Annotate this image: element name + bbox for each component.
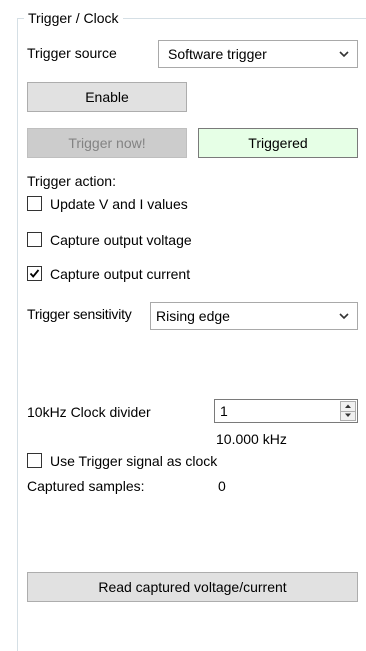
trigger-source-value: Software trigger: [168, 46, 267, 62]
trigger-clock-groupbox: [17, 18, 366, 651]
captured-samples-label: Captured samples:: [27, 478, 145, 494]
capture-voltage-checkbox[interactable]: [27, 232, 42, 247]
triangle-up-icon: [345, 404, 351, 408]
use-trigger-clock-label: Use Trigger signal as clock: [50, 453, 218, 469]
trigger-clock-panel: Trigger / Clock Trigger source Software …: [0, 0, 366, 651]
use-trigger-clock-checkbox-row[interactable]: Use Trigger signal as clock: [27, 452, 297, 472]
chevron-down-icon: [339, 51, 349, 58]
capture-voltage-checkbox-row[interactable]: Capture output voltage: [27, 231, 277, 251]
clock-frequency-readout: 10.000 kHz: [216, 431, 287, 447]
checkmark-icon: [29, 269, 40, 278]
update-vi-checkbox[interactable]: [27, 196, 42, 211]
capture-voltage-label: Capture output voltage: [50, 232, 192, 248]
trigger-source-label: Trigger source: [27, 45, 117, 61]
trigger-status-indicator: Triggered: [198, 128, 358, 158]
read-captured-button[interactable]: Read captured voltage/current: [27, 572, 358, 602]
capture-current-checkbox-row[interactable]: Capture output current: [27, 265, 277, 285]
trigger-sensitivity-select[interactable]: Rising edge: [150, 302, 358, 330]
trigger-now-button[interactable]: Trigger now!: [27, 128, 187, 158]
capture-current-label: Capture output current: [50, 266, 191, 282]
enable-button[interactable]: Enable: [27, 82, 187, 112]
groupbox-title: Trigger / Clock: [24, 8, 123, 28]
stepper-buttons: [340, 401, 356, 421]
trigger-sensitivity-label: Trigger sensitivity: [27, 306, 132, 322]
trigger-action-label: Trigger action:: [27, 173, 116, 189]
stepper-down-button[interactable]: [341, 411, 355, 420]
use-trigger-clock-checkbox[interactable]: [27, 453, 42, 468]
trigger-source-select[interactable]: Software trigger: [158, 40, 358, 68]
clock-divider-value[interactable]: 1: [220, 401, 228, 421]
capture-current-checkbox[interactable]: [27, 266, 42, 281]
update-vi-label: Update V and I values: [50, 196, 188, 212]
trigger-sensitivity-value: Rising edge: [156, 308, 230, 324]
captured-samples-value: 0: [218, 478, 226, 494]
clock-divider-stepper[interactable]: 1: [214, 399, 358, 423]
chevron-down-icon: [339, 313, 349, 320]
clock-divider-label: 10kHz Clock divider: [27, 404, 151, 420]
update-vi-checkbox-row[interactable]: Update V and I values: [27, 195, 277, 215]
triangle-down-icon: [345, 413, 351, 417]
